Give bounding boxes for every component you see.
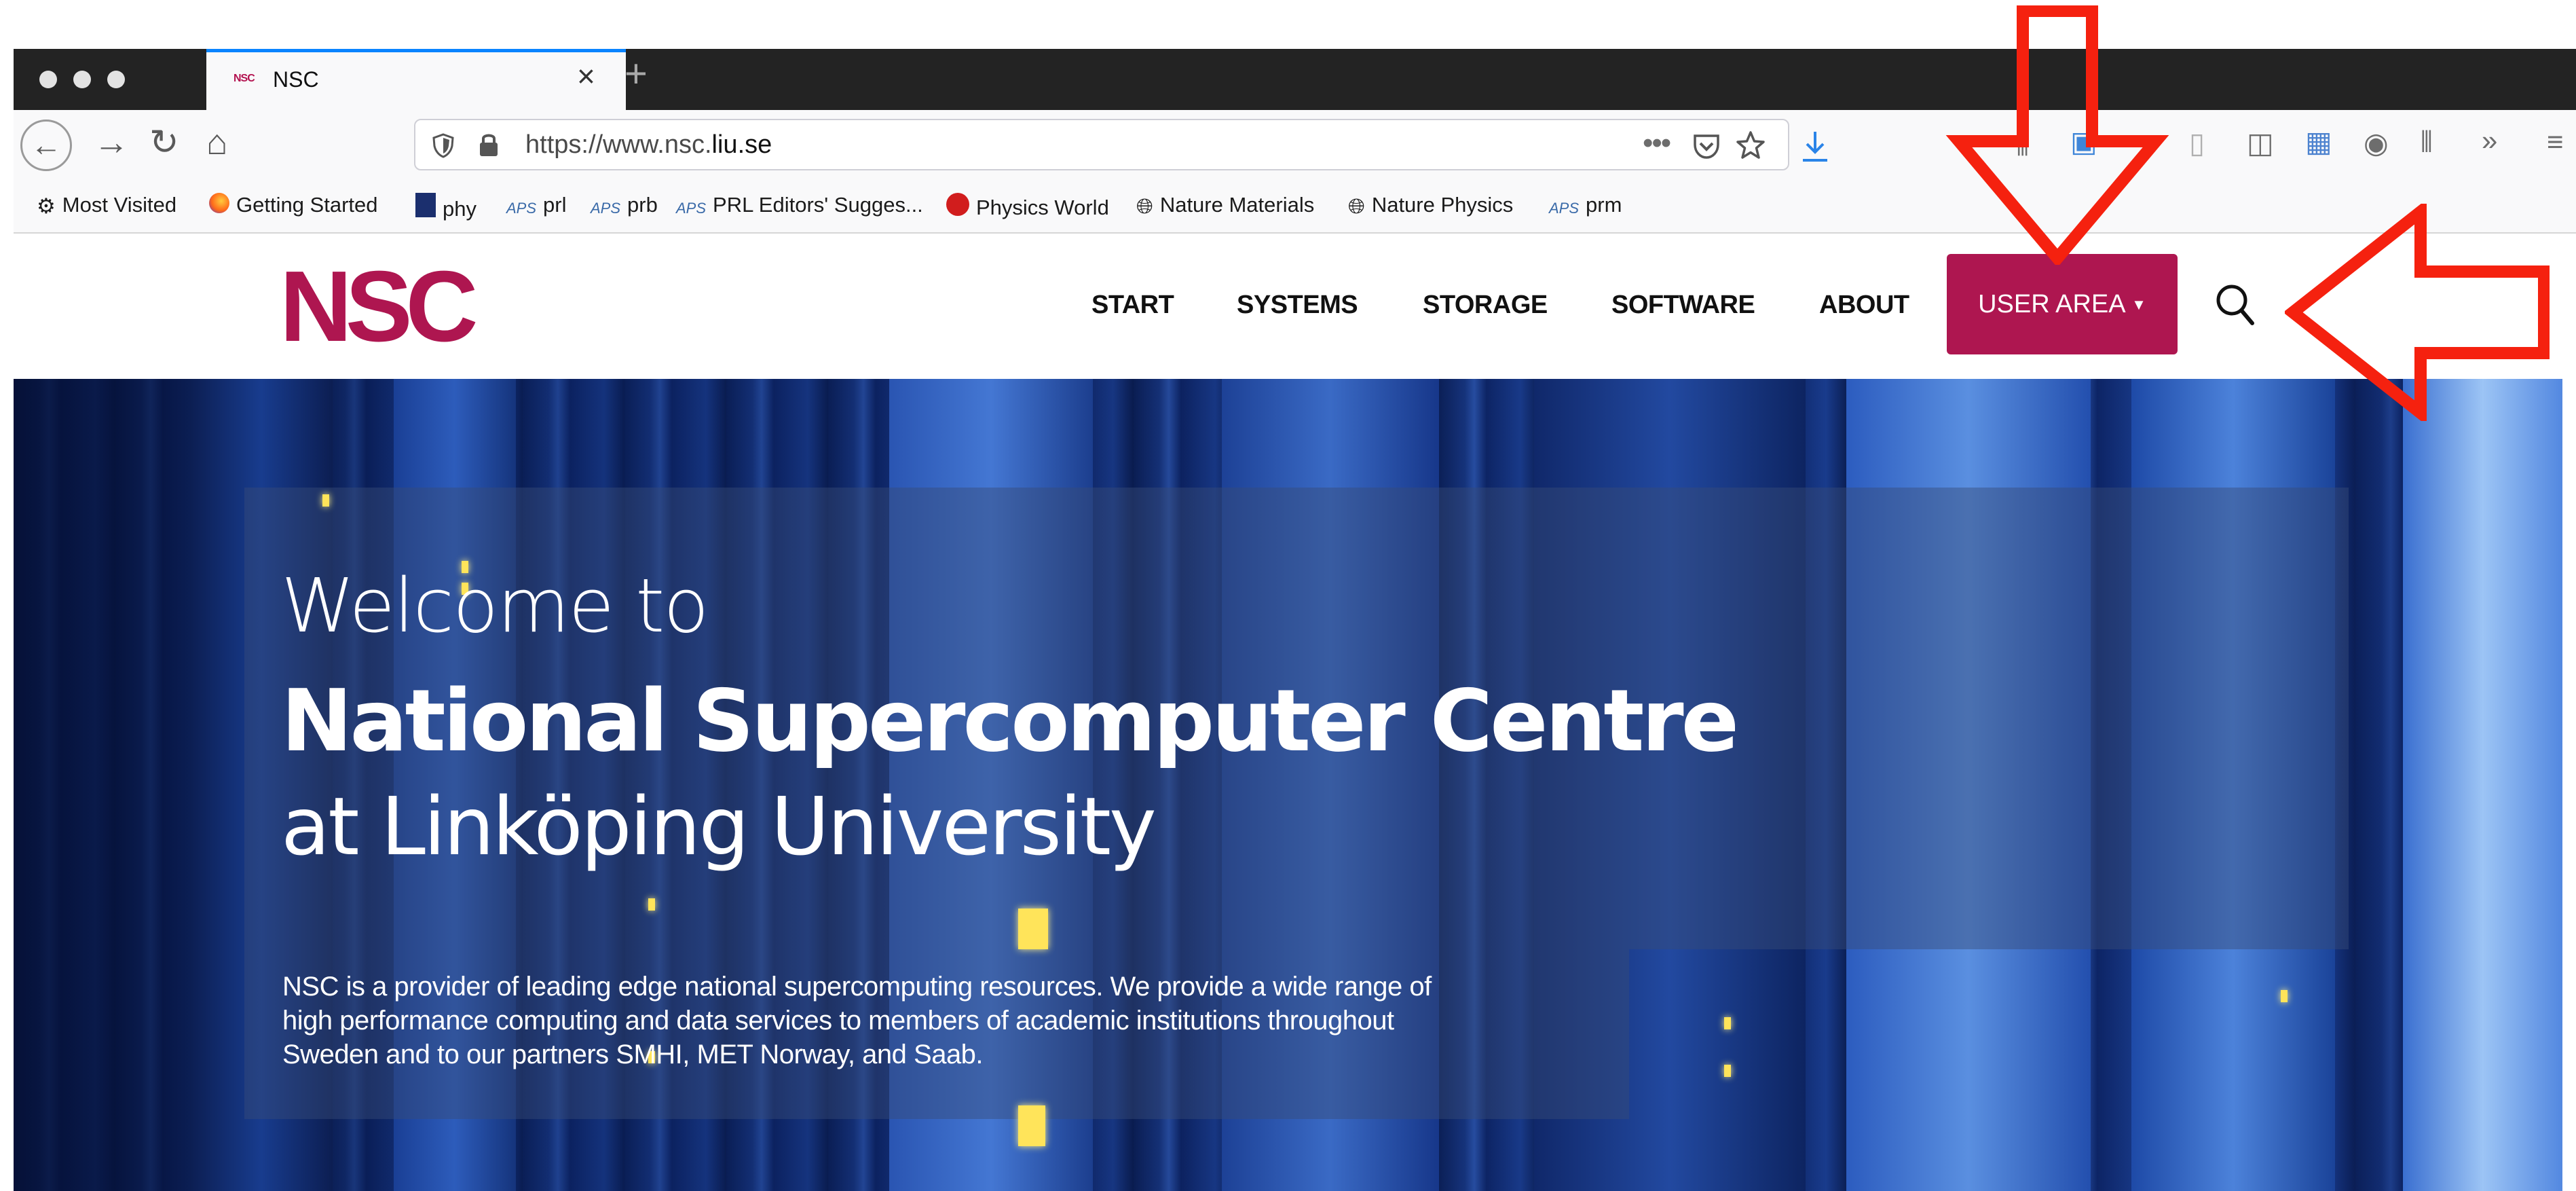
bookmark-prb[interactable]: APS prb (591, 193, 658, 217)
tracking-shield-icon[interactable] (432, 132, 455, 158)
aps-icon: APS (591, 200, 621, 217)
bookmark-nature-materials[interactable]: 🌐︎ Nature Materials (1136, 193, 1314, 219)
reader-view-icon[interactable]: ▯ (2189, 129, 2205, 158)
window-minimize-control[interactable] (73, 71, 91, 88)
tab-bar: NSC NSC × + (14, 49, 2576, 110)
aps-icon: APS (1549, 200, 1580, 217)
left-arrow-annotation (2285, 204, 2550, 421)
nav-software[interactable]: SOFTWARE (1611, 291, 1755, 320)
bookmark-star-icon[interactable] (1735, 130, 1766, 161)
forward-arrow-icon[interactable]: → (94, 125, 129, 160)
globe-icon: 🌐︎ (1136, 194, 1153, 218)
caret-down-icon: ▼ (2131, 296, 2146, 313)
menu-icon[interactable]: ≡ (2547, 128, 2564, 156)
bookmark-phy[interactable]: phy (415, 193, 477, 221)
hero-title-line3: at Linköping University (281, 780, 1157, 873)
aps-icon: APS (506, 200, 537, 217)
bookmark-prl[interactable]: APS prl (506, 193, 566, 217)
nsc-favicon-icon: NSC (234, 73, 255, 84)
logo-text: NSC (280, 268, 476, 349)
extension-icon[interactable]: ▦ (2305, 128, 2332, 156)
search-icon[interactable] (2214, 282, 2256, 327)
account-icon[interactable]: ◉ (2364, 129, 2389, 158)
bookmark-physics-world[interactable]: Physics World (946, 193, 1109, 220)
bookmark-prm[interactable]: APS prm (1549, 193, 1622, 217)
address-bar[interactable]: https://www.nsc.liu.se ••• (414, 119, 1789, 170)
download-arrow-icon[interactable] (1799, 129, 1831, 164)
nav-storage[interactable]: STORAGE (1423, 291, 1548, 320)
hero-title-line2: National Supercomputer Centre (281, 671, 1739, 771)
hero-banner: Welcome to National Supercomputer Centre… (14, 379, 2562, 1191)
hero-title-line1: Welcome to (281, 562, 709, 649)
nav-systems[interactable]: SYSTEMS (1237, 291, 1358, 320)
nav-start[interactable]: START (1091, 291, 1174, 320)
sidebar-icon[interactable]: ◫ (2247, 129, 2274, 158)
nsc-logo[interactable]: NSC (280, 268, 510, 349)
navigation-toolbar: ← → ↻ ⌂ https://www.nsc.liu.se ••• ⫼ ▣ ▯… (14, 110, 2576, 181)
physics-world-icon (946, 193, 969, 216)
user-area-button[interactable]: USER AREA ▼ (1947, 254, 2178, 354)
reload-icon[interactable]: ↻ (149, 125, 179, 160)
globe-icon: 🌐︎ (1348, 194, 1365, 218)
intro-line: high performance computing and data serv… (282, 1006, 1394, 1036)
bookmark-getting-started[interactable]: Getting Started (209, 193, 378, 217)
nav-about[interactable]: ABOUT (1819, 291, 1909, 320)
tab-close-icon[interactable]: × (577, 60, 595, 92)
bookmarks-manager-icon[interactable]: ⫴ (2421, 128, 2433, 156)
bookmark-nature-physics[interactable]: 🌐︎ Nature Physics (1348, 193, 1513, 219)
document-icon (415, 193, 436, 217)
lock-icon[interactable] (478, 131, 500, 158)
intro-line: NSC is a provider of leading edge nation… (282, 972, 1432, 1002)
gear-icon: ⚙ (37, 194, 56, 218)
ellipsis-icon[interactable]: ••• (1643, 128, 1671, 158)
window-zoom-control[interactable] (107, 71, 125, 88)
hero-intro-text: NSC is a provider of leading edge nation… (282, 970, 1599, 1071)
window-close-control[interactable] (39, 71, 57, 88)
firefox-icon (209, 193, 229, 213)
aps-icon: APS (676, 200, 707, 217)
new-tab-icon[interactable]: + (624, 54, 648, 94)
back-arrow-icon[interactable]: ← (20, 120, 72, 171)
url-text[interactable]: https://www.nsc.liu.se (525, 130, 772, 160)
down-arrow-annotation (1945, 5, 2169, 265)
bookmarks-toolbar: ⚙ Most Visited Getting Started phy APS prl… (14, 181, 2576, 234)
intro-line: Sweden and to our partners SMHI, MET Nor… (282, 1040, 984, 1069)
overflow-icon[interactable]: » (2482, 126, 2497, 155)
browser-tab[interactable]: NSC NSC × (206, 49, 626, 110)
home-icon[interactable]: ⌂ (206, 125, 227, 160)
bookmark-most-visited[interactable]: ⚙ Most Visited (37, 193, 176, 219)
site-header: NSC START SYSTEMS STORAGE SOFTWARE ABOUT… (14, 234, 2562, 379)
user-area-label: USER AREA (1978, 290, 2125, 318)
pocket-icon[interactable] (1692, 131, 1721, 161)
bookmark-prl-editors-suggestions[interactable]: APS PRL Editors' Sugges... (676, 193, 923, 217)
tab-title: NSC (273, 67, 319, 92)
